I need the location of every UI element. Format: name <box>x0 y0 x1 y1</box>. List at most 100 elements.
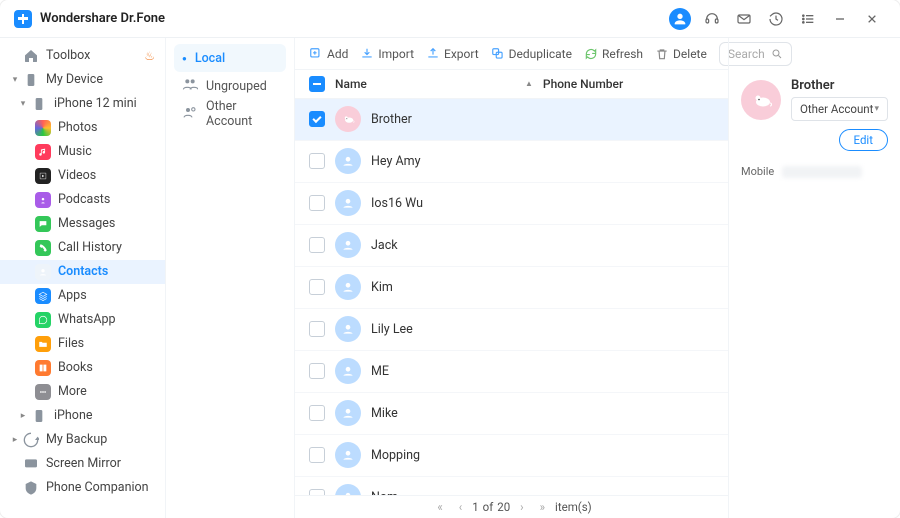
edit-button[interactable]: Edit <box>839 129 888 151</box>
toolbar-label: Add <box>327 47 348 61</box>
mail-button[interactable] <box>730 5 758 33</box>
sidebar-item-music[interactable]: Music <box>0 140 165 164</box>
table-row[interactable]: Kim <box>295 267 728 309</box>
pager-last[interactable]: » <box>534 500 551 514</box>
sidebar-item-label: Files <box>58 332 84 356</box>
row-checkbox[interactable] <box>309 321 325 337</box>
sidebar-item-my-device[interactable]: ▾ My Device <box>0 68 165 92</box>
sidebar-item-toolbox[interactable]: Toolbox ♨ <box>0 44 165 68</box>
minimize-button[interactable] <box>826 5 854 33</box>
table-row[interactable]: Mike <box>295 393 728 435</box>
row-name: Mike <box>371 406 525 421</box>
edit-label: Edit <box>854 133 873 147</box>
category-item-local[interactable]: ● Local <box>174 44 286 72</box>
avatar-icon <box>335 274 361 300</box>
table-row[interactable]: ME <box>295 351 728 393</box>
table-body: BrotherHey AmyIos16 Wu Jack KimLily LeeME M… <box>295 99 728 496</box>
table-row[interactable]: Hey Amy <box>295 141 728 183</box>
detail-avatar <box>741 80 781 120</box>
column-header-name[interactable]: Name <box>335 77 367 91</box>
export-button[interactable]: Export <box>422 42 483 66</box>
sidebar-item-my-backup[interactable]: ▸ My Backup <box>0 428 165 452</box>
sidebar-item-books[interactable]: Books <box>0 356 165 380</box>
podcasts-icon <box>34 191 52 209</box>
row-name: Jack <box>371 238 525 253</box>
sidebar-item-call-history[interactable]: Call History <box>0 236 165 260</box>
support-button[interactable] <box>698 5 726 33</box>
category-item-ungrouped[interactable]: Ungrouped <box>174 72 286 100</box>
center-panel: Add Import Export Deduplicate Refresh De… <box>294 38 728 518</box>
sidebar-item-messages[interactable]: Messages <box>0 212 165 236</box>
table-row[interactable]: Ios16 Wu <box>295 183 728 225</box>
pager: « ‹ 1 of 20 › » item(s) <box>295 495 728 518</box>
select-all-checkbox[interactable] <box>309 76 325 92</box>
import-button[interactable]: Import <box>356 42 418 66</box>
sidebar-item-photos[interactable]: Photos <box>0 116 165 140</box>
sidebar-item-phone-companion[interactable]: Phone Companion <box>0 476 165 500</box>
detail-account-select[interactable]: Other Account ▾ <box>791 97 888 121</box>
sidebar-item-label: iPhone 12 mini <box>54 92 137 116</box>
avatar-icon <box>335 484 361 495</box>
row-checkbox[interactable] <box>309 153 325 169</box>
pager-current: 1 <box>472 500 478 514</box>
apps-icon <box>34 287 52 305</box>
row-checkbox[interactable] <box>309 237 325 253</box>
messages-icon <box>34 215 52 233</box>
sidebar-item-iphone[interactable]: ▸ iPhone <box>0 404 165 428</box>
screen-mirror-icon <box>22 455 40 473</box>
row-checkbox[interactable] <box>309 195 325 211</box>
delete-button[interactable]: Delete <box>651 42 711 66</box>
history-button[interactable] <box>762 5 790 33</box>
pager-prev[interactable]: ‹ <box>453 500 468 514</box>
sidebar-item-label: More <box>58 380 87 404</box>
sidebar-item-label: iPhone <box>54 404 92 428</box>
table-row[interactable]: Brother <box>295 99 728 141</box>
pager-first[interactable]: « <box>431 500 448 514</box>
sidebar-item-apps[interactable]: Apps <box>0 284 165 308</box>
sidebar-item-whatsapp[interactable]: WhatsApp <box>0 308 165 332</box>
add-button[interactable]: Add <box>305 42 352 66</box>
row-checkbox[interactable] <box>309 279 325 295</box>
toolbar-label: Refresh <box>602 47 643 61</box>
sort-caret-icon[interactable]: ▲ <box>525 79 533 88</box>
sidebar-item-podcasts[interactable]: Podcasts <box>0 188 165 212</box>
account-button[interactable] <box>666 5 694 33</box>
row-checkbox[interactable] <box>309 447 325 463</box>
pager-next[interactable]: › <box>514 500 529 514</box>
table-row[interactable]: Mopping <box>295 435 728 477</box>
device-icon <box>22 71 40 89</box>
sidebar-item-device-name[interactable]: ▾ iPhone 12 mini <box>0 92 165 116</box>
sidebar: Toolbox ♨ ▾ My Device ▾ iPhone 12 mini P… <box>0 38 166 518</box>
sidebar-item-contacts[interactable]: Contacts <box>0 260 165 284</box>
close-button[interactable] <box>858 5 886 33</box>
table-row[interactable]: Jack <box>295 225 728 267</box>
menu-button[interactable] <box>794 5 822 33</box>
call-history-icon <box>34 239 52 257</box>
sidebar-item-more[interactable]: More <box>0 380 165 404</box>
refresh-button[interactable]: Refresh <box>580 42 647 66</box>
column-header-phone[interactable]: Phone Number <box>543 77 718 91</box>
sidebar-item-files[interactable]: Files <box>0 332 165 356</box>
sidebar-item-label: Photos <box>58 116 97 140</box>
close-icon <box>864 11 880 27</box>
caret-right-icon: ▸ <box>10 428 20 452</box>
rat-icon <box>749 91 773 109</box>
deduplicate-button[interactable]: Deduplicate <box>487 42 576 66</box>
toolbar: Add Import Export Deduplicate Refresh De… <box>295 38 728 70</box>
avatar-icon <box>335 400 361 426</box>
history-icon <box>768 11 784 27</box>
row-checkbox[interactable] <box>309 111 325 127</box>
table-row[interactable]: Nom <box>295 477 728 496</box>
category-item-other-account[interactable]: Other Account <box>174 100 286 128</box>
sidebar-item-videos[interactable]: Videos <box>0 164 165 188</box>
photos-icon <box>34 119 52 137</box>
phone-icon <box>30 407 48 425</box>
title-bar: Wondershare Dr.Fone <box>0 0 900 38</box>
whatsapp-icon <box>34 311 52 329</box>
trash-icon <box>655 47 669 61</box>
sidebar-item-screen-mirror[interactable]: Screen Mirror <box>0 452 165 476</box>
row-checkbox[interactable] <box>309 405 325 421</box>
row-checkbox[interactable] <box>309 363 325 379</box>
home-icon <box>22 47 40 65</box>
table-row[interactable]: Lily Lee <box>295 309 728 351</box>
